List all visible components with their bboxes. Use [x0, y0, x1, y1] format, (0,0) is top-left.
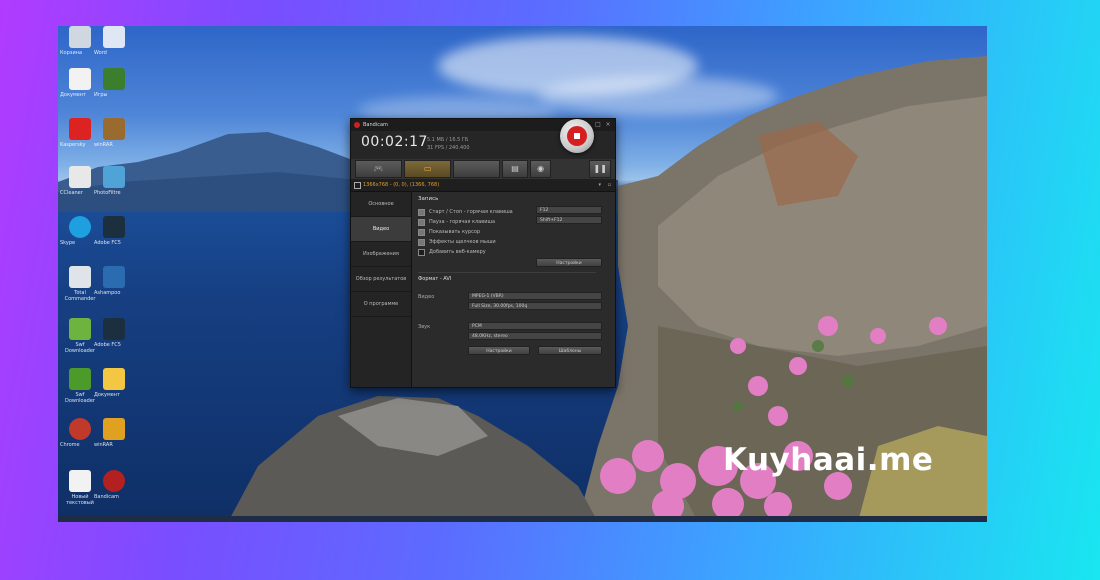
mode-toolbar: 🎮 ▭ ▤ ◉ ❚❚ — [351, 159, 615, 179]
record-button[interactable] — [560, 119, 594, 153]
recording-size-info: 5.1 МБ / 16.5 ГБ 31 FPS / 240.400 — [427, 137, 470, 151]
desktop-icon-ashampoo[interactable]: Ashampoo — [94, 266, 134, 296]
game-mode-tab[interactable]: 🎮 — [355, 160, 403, 178]
folder-icon[interactable]: ▤ — [502, 160, 528, 178]
settings-body: Основное Видео Изображения Обзор результ… — [351, 192, 615, 387]
option-show-cursor[interactable]: Показывать курсор — [418, 227, 609, 237]
archive-icon — [103, 118, 125, 140]
checkbox-checked-icon[interactable] — [418, 238, 425, 246]
desktop-icon-photofiltre[interactable]: PhotoFiltre — [94, 166, 134, 196]
camera-icon[interactable]: ◉ — [529, 160, 552, 178]
photo-icon — [103, 166, 125, 188]
sidebar-item-video[interactable]: Видео — [351, 217, 411, 242]
settings-sidebar: Основное Видео Изображения Обзор результ… — [351, 192, 412, 387]
video-settings-panel: Запись Старт / Стоп - горячая клавиша Па… — [412, 192, 615, 387]
bandicam-window[interactable]: Bandicam – □ × 00:02:17 5.1 МБ / 16.5 ГБ… — [350, 118, 616, 388]
recycle-bin-icon — [69, 26, 91, 48]
format-templates-button[interactable]: Шаблоны — [538, 346, 602, 355]
app-icon — [69, 368, 91, 390]
checkbox-icon[interactable] — [418, 248, 425, 256]
recording-timer: 00:02:17 — [361, 134, 428, 150]
checkbox-checked-icon[interactable] — [418, 228, 425, 236]
document-icon — [103, 26, 125, 48]
ashampoo-icon — [103, 266, 125, 288]
desktop-icon-bandicam[interactable]: Bandicam — [94, 470, 134, 500]
pause-icon[interactable]: ❚❚ — [589, 160, 612, 178]
text-file-icon — [69, 470, 91, 492]
audio-format-label: Звук — [418, 324, 431, 330]
taskbar[interactable] — [58, 516, 987, 522]
maximize-icon[interactable]: □ — [593, 119, 603, 131]
option-click-effects[interactable]: Эффекты щелчков мыши — [418, 237, 609, 247]
kaspersky-icon — [69, 118, 91, 140]
dropdown-icon[interactable]: ▾ — [598, 179, 601, 191]
sidebar-item-general[interactable]: Основное — [351, 192, 411, 217]
desktop-icon-winamp[interactable]: winRAR — [94, 418, 134, 448]
device-mode-tab[interactable] — [453, 160, 501, 178]
divider — [418, 272, 596, 273]
android-icon — [69, 318, 91, 340]
hotkey-pause-field[interactable]: Shift+F12 — [536, 216, 602, 224]
option-webcam[interactable]: Добавить веб-камеру — [418, 247, 609, 257]
chrome-icon — [69, 418, 91, 440]
recording-target-text: 1366x768 - (0, 0), (1366, 768) — [363, 182, 440, 188]
window-target-icon — [354, 182, 361, 189]
hotkey-startstop-field[interactable]: F12 — [536, 206, 602, 214]
audio-codec-field[interactable]: PCM — [468, 322, 602, 330]
desktop-icon-word[interactable]: Word — [94, 26, 134, 56]
recording-target-bar[interactable]: 1366x768 - (0, 0), (1366, 768) ▾ ▫ — [351, 179, 615, 192]
record-icon — [567, 126, 587, 146]
sidebar-item-results[interactable]: Обзор результатов — [351, 267, 411, 292]
fullscreen-icon[interactable]: ▫ — [608, 179, 611, 191]
watermark-text: Kuyhaai.me — [723, 442, 934, 478]
sidebar-item-images[interactable]: Изображения — [351, 242, 411, 267]
games-icon — [103, 68, 125, 90]
desktop-icon-fc5[interactable]: Adobe FC5 — [94, 318, 134, 348]
format-section-title: Формат - AVI — [418, 276, 452, 282]
video-size-field[interactable]: Full Size, 30.00fps, 100q — [468, 302, 602, 310]
desktop-icon-winrar[interactable]: winRAR — [94, 118, 134, 148]
bandicam-logo-icon — [354, 122, 360, 128]
document-icon — [69, 68, 91, 90]
format-settings-button[interactable]: Настройки — [468, 346, 530, 355]
adobe-icon — [103, 216, 125, 238]
desktop-icon-folder[interactable]: Документ — [94, 368, 134, 398]
window-title: Bandicam — [363, 122, 388, 128]
stop-square-icon — [574, 133, 580, 139]
recording-header: 00:02:17 5.1 МБ / 16.5 ГБ 31 FPS / 240.4… — [351, 119, 615, 159]
record-section-title: Запись — [418, 196, 439, 202]
audio-rate-field[interactable]: 48.0KHz, stereo — [468, 332, 602, 340]
skype-icon — [69, 216, 91, 238]
close-icon[interactable]: × — [603, 119, 613, 131]
bandicam-icon — [103, 470, 125, 492]
desktop-icon-games[interactable]: Игры — [94, 68, 134, 98]
checkbox-checked-icon[interactable] — [418, 208, 425, 216]
ccleaner-icon — [69, 166, 91, 188]
app-icon — [103, 418, 125, 440]
floppy-icon — [69, 266, 91, 288]
screen-mode-tab[interactable]: ▭ — [404, 160, 452, 178]
checkbox-checked-icon[interactable] — [418, 218, 425, 226]
video-format-label: Видео — [418, 294, 435, 300]
video-codec-field[interactable]: MPEG-1 (VBR) — [468, 292, 602, 300]
adobe-icon — [103, 318, 125, 340]
folder-icon — [103, 368, 125, 390]
desktop-icon-adobe-fc5[interactable]: Adobe FC5 — [94, 216, 134, 246]
record-settings-button[interactable]: Настройки — [536, 258, 602, 267]
sidebar-item-about[interactable]: О программе — [351, 292, 411, 317]
